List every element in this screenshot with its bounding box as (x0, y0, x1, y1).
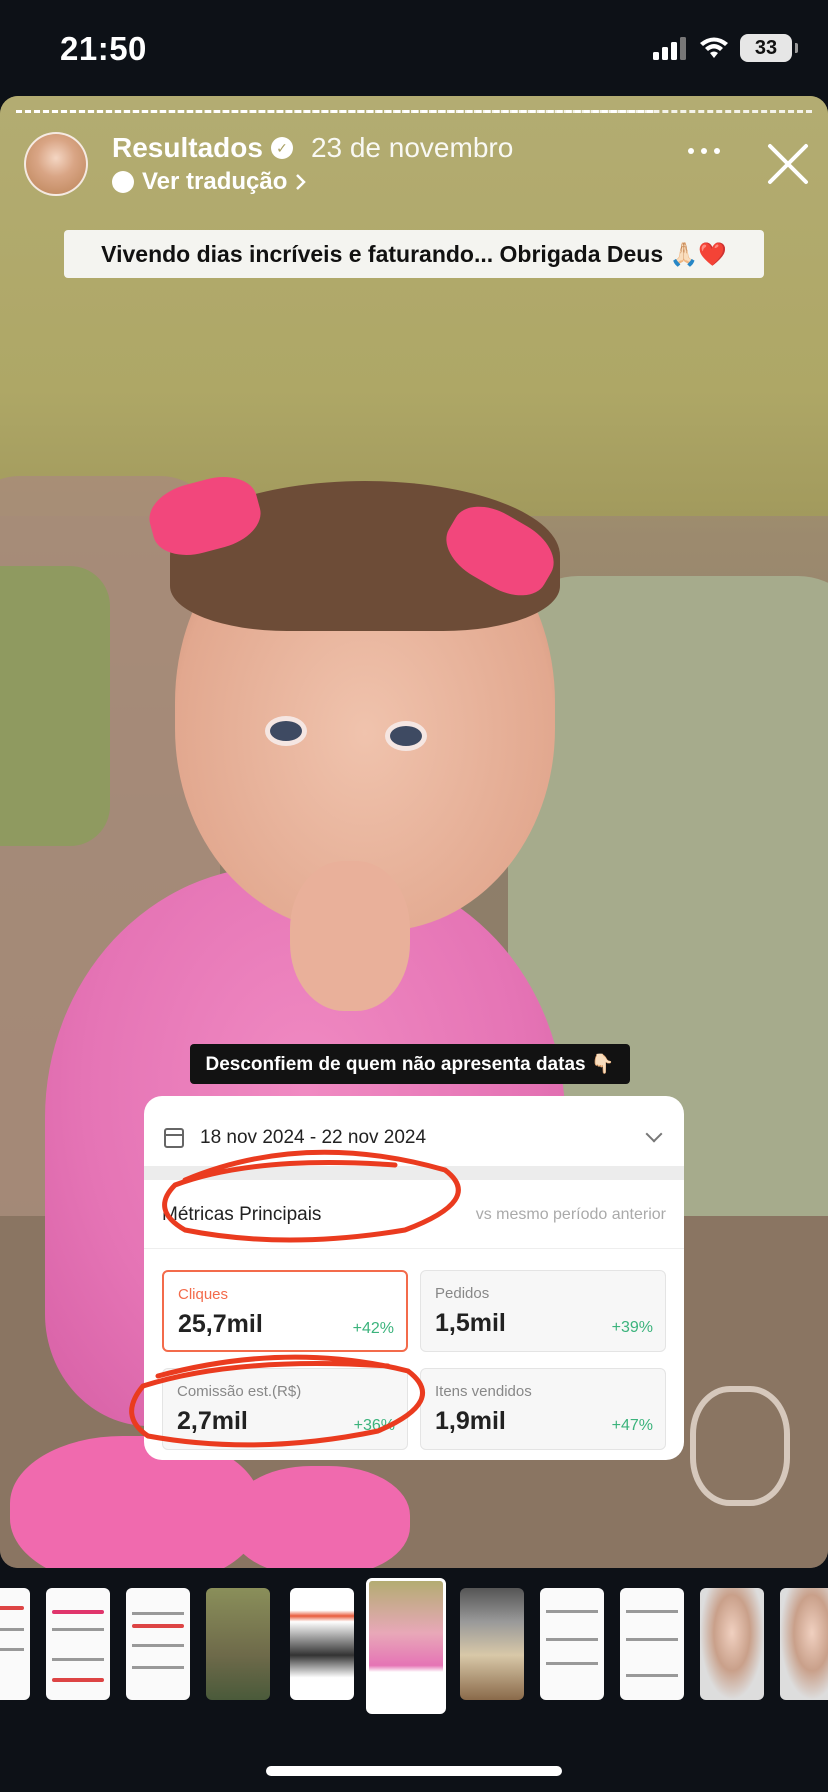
story-photo-baby-hand (290, 861, 410, 1011)
story-thumbnail[interactable] (0, 1588, 30, 1700)
more-options-button[interactable] (688, 148, 720, 154)
thumb-line (52, 1628, 104, 1631)
metric-label: Itens vendidos (435, 1383, 532, 1400)
metric-change: +39% (611, 1319, 653, 1336)
thumb-line (132, 1612, 184, 1615)
date-range-selector[interactable]: 18 nov 2024 - 22 nov 2024 (164, 1116, 664, 1160)
metrics-section-header: Métricas Principais vs mesmo período ant… (162, 1204, 666, 1226)
metric-tile-comissao[interactable]: Comissão est.(R$) 2,7mil +36% (162, 1368, 408, 1450)
metrics-card: 18 nov 2024 - 22 nov 2024 Métricas Princ… (144, 1096, 684, 1460)
status-icons: 33 (652, 34, 798, 62)
wifi-icon (700, 37, 728, 58)
story-thumbnail[interactable] (460, 1588, 524, 1700)
battery-level: 33 (754, 36, 778, 59)
thumb-line (0, 1628, 24, 1631)
metric-tile-itens-vendidos[interactable]: Itens vendidos 1,9mil +47% (420, 1368, 666, 1450)
thumb-line (52, 1658, 104, 1661)
story-photo-pacifier (690, 1386, 790, 1506)
metric-change: +47% (611, 1417, 653, 1434)
story-thumbnail[interactable] (620, 1588, 684, 1700)
thumb-line (132, 1644, 184, 1647)
chevron-right-icon (296, 174, 307, 190)
status-time: 21:50 (60, 30, 147, 67)
thumb-line (546, 1610, 598, 1613)
signal-icon (653, 37, 686, 60)
metric-label: Pedidos (435, 1285, 490, 1302)
thumb-bar (52, 1678, 104, 1682)
metric-change: +42% (352, 1320, 394, 1337)
thumb-line (546, 1638, 598, 1641)
more-dot-icon (688, 148, 694, 154)
translate-label: Ver tradução (142, 168, 288, 195)
story-thumbnail-tray (0, 1568, 828, 1792)
section-note: vs mesmo período anterior (475, 1206, 666, 1223)
story-thumbnail[interactable] (126, 1588, 190, 1700)
status-bar: 21:50 33 (0, 0, 828, 96)
story-thumbnail-current[interactable] (366, 1578, 446, 1714)
metric-label: Comissão est.(R$) (177, 1383, 302, 1400)
story-thumbnail[interactable] (700, 1588, 764, 1700)
metric-value: 1,5mil (435, 1309, 506, 1337)
story-header: Resultados ✓ 23 de novembro (112, 132, 513, 164)
translate-bubble-icon (112, 171, 134, 193)
home-indicator[interactable] (266, 1766, 562, 1776)
more-dot-icon (714, 148, 720, 154)
story-caption-mid: Desconfiem de quem não apresenta datas 👇… (190, 1044, 630, 1084)
close-icon[interactable] (764, 140, 812, 188)
thumb-line (626, 1674, 678, 1677)
story-thumbnail[interactable] (46, 1588, 110, 1700)
story-photo-eye-right (385, 721, 427, 751)
battery-icon: 33 (740, 34, 798, 62)
card-divider (144, 1166, 684, 1180)
metric-change: +36% (353, 1417, 395, 1434)
story-photo-eye-left (265, 716, 307, 746)
story-photo-shoe-2 (230, 1466, 410, 1568)
card-separator (144, 1248, 684, 1249)
metric-value: 25,7mil (178, 1310, 263, 1338)
thumb-line (0, 1648, 24, 1651)
story-thumbnail[interactable] (290, 1588, 354, 1700)
metric-value: 1,9mil (435, 1407, 506, 1435)
more-dot-icon (701, 148, 707, 154)
metric-tile-cliques[interactable]: Cliques 25,7mil +42% (162, 1270, 408, 1352)
story-photo-pillow-left (0, 566, 110, 846)
thumb-bar (0, 1606, 24, 1610)
metric-tile-pedidos[interactable]: Pedidos 1,5mil +39% (420, 1270, 666, 1352)
thumb-line (132, 1666, 184, 1669)
metric-value: 2,7mil (177, 1407, 248, 1435)
calendar-icon (164, 1128, 184, 1148)
story-thumbnail[interactable] (540, 1588, 604, 1700)
translate-link[interactable]: Ver tradução (112, 168, 307, 196)
story-viewer[interactable]: Resultados ✓ 23 de novembro Ver tradução… (0, 96, 828, 1568)
chevron-down-icon (645, 1125, 663, 1143)
thumb-bar (132, 1624, 184, 1628)
avatar[interactable] (24, 132, 88, 196)
story-thumbnail[interactable] (206, 1588, 270, 1700)
story-progress-fill (16, 110, 653, 113)
story-date: 23 de novembro (310, 132, 514, 163)
story-caption-top: Vivendo dias incríveis e faturando... Ob… (64, 230, 764, 278)
metric-label: Cliques (178, 1286, 229, 1303)
thumb-line (546, 1662, 598, 1665)
story-thumbnail[interactable] (780, 1588, 828, 1700)
thumb-bar (52, 1610, 104, 1614)
date-range-label: 18 nov 2024 - 22 nov 2024 (200, 1127, 427, 1148)
section-title: Métricas Principais (162, 1204, 322, 1225)
thumb-line (626, 1610, 678, 1613)
verified-badge-icon: ✓ (270, 137, 293, 159)
thumb-line (626, 1638, 678, 1641)
account-name[interactable]: Resultados (112, 132, 263, 164)
